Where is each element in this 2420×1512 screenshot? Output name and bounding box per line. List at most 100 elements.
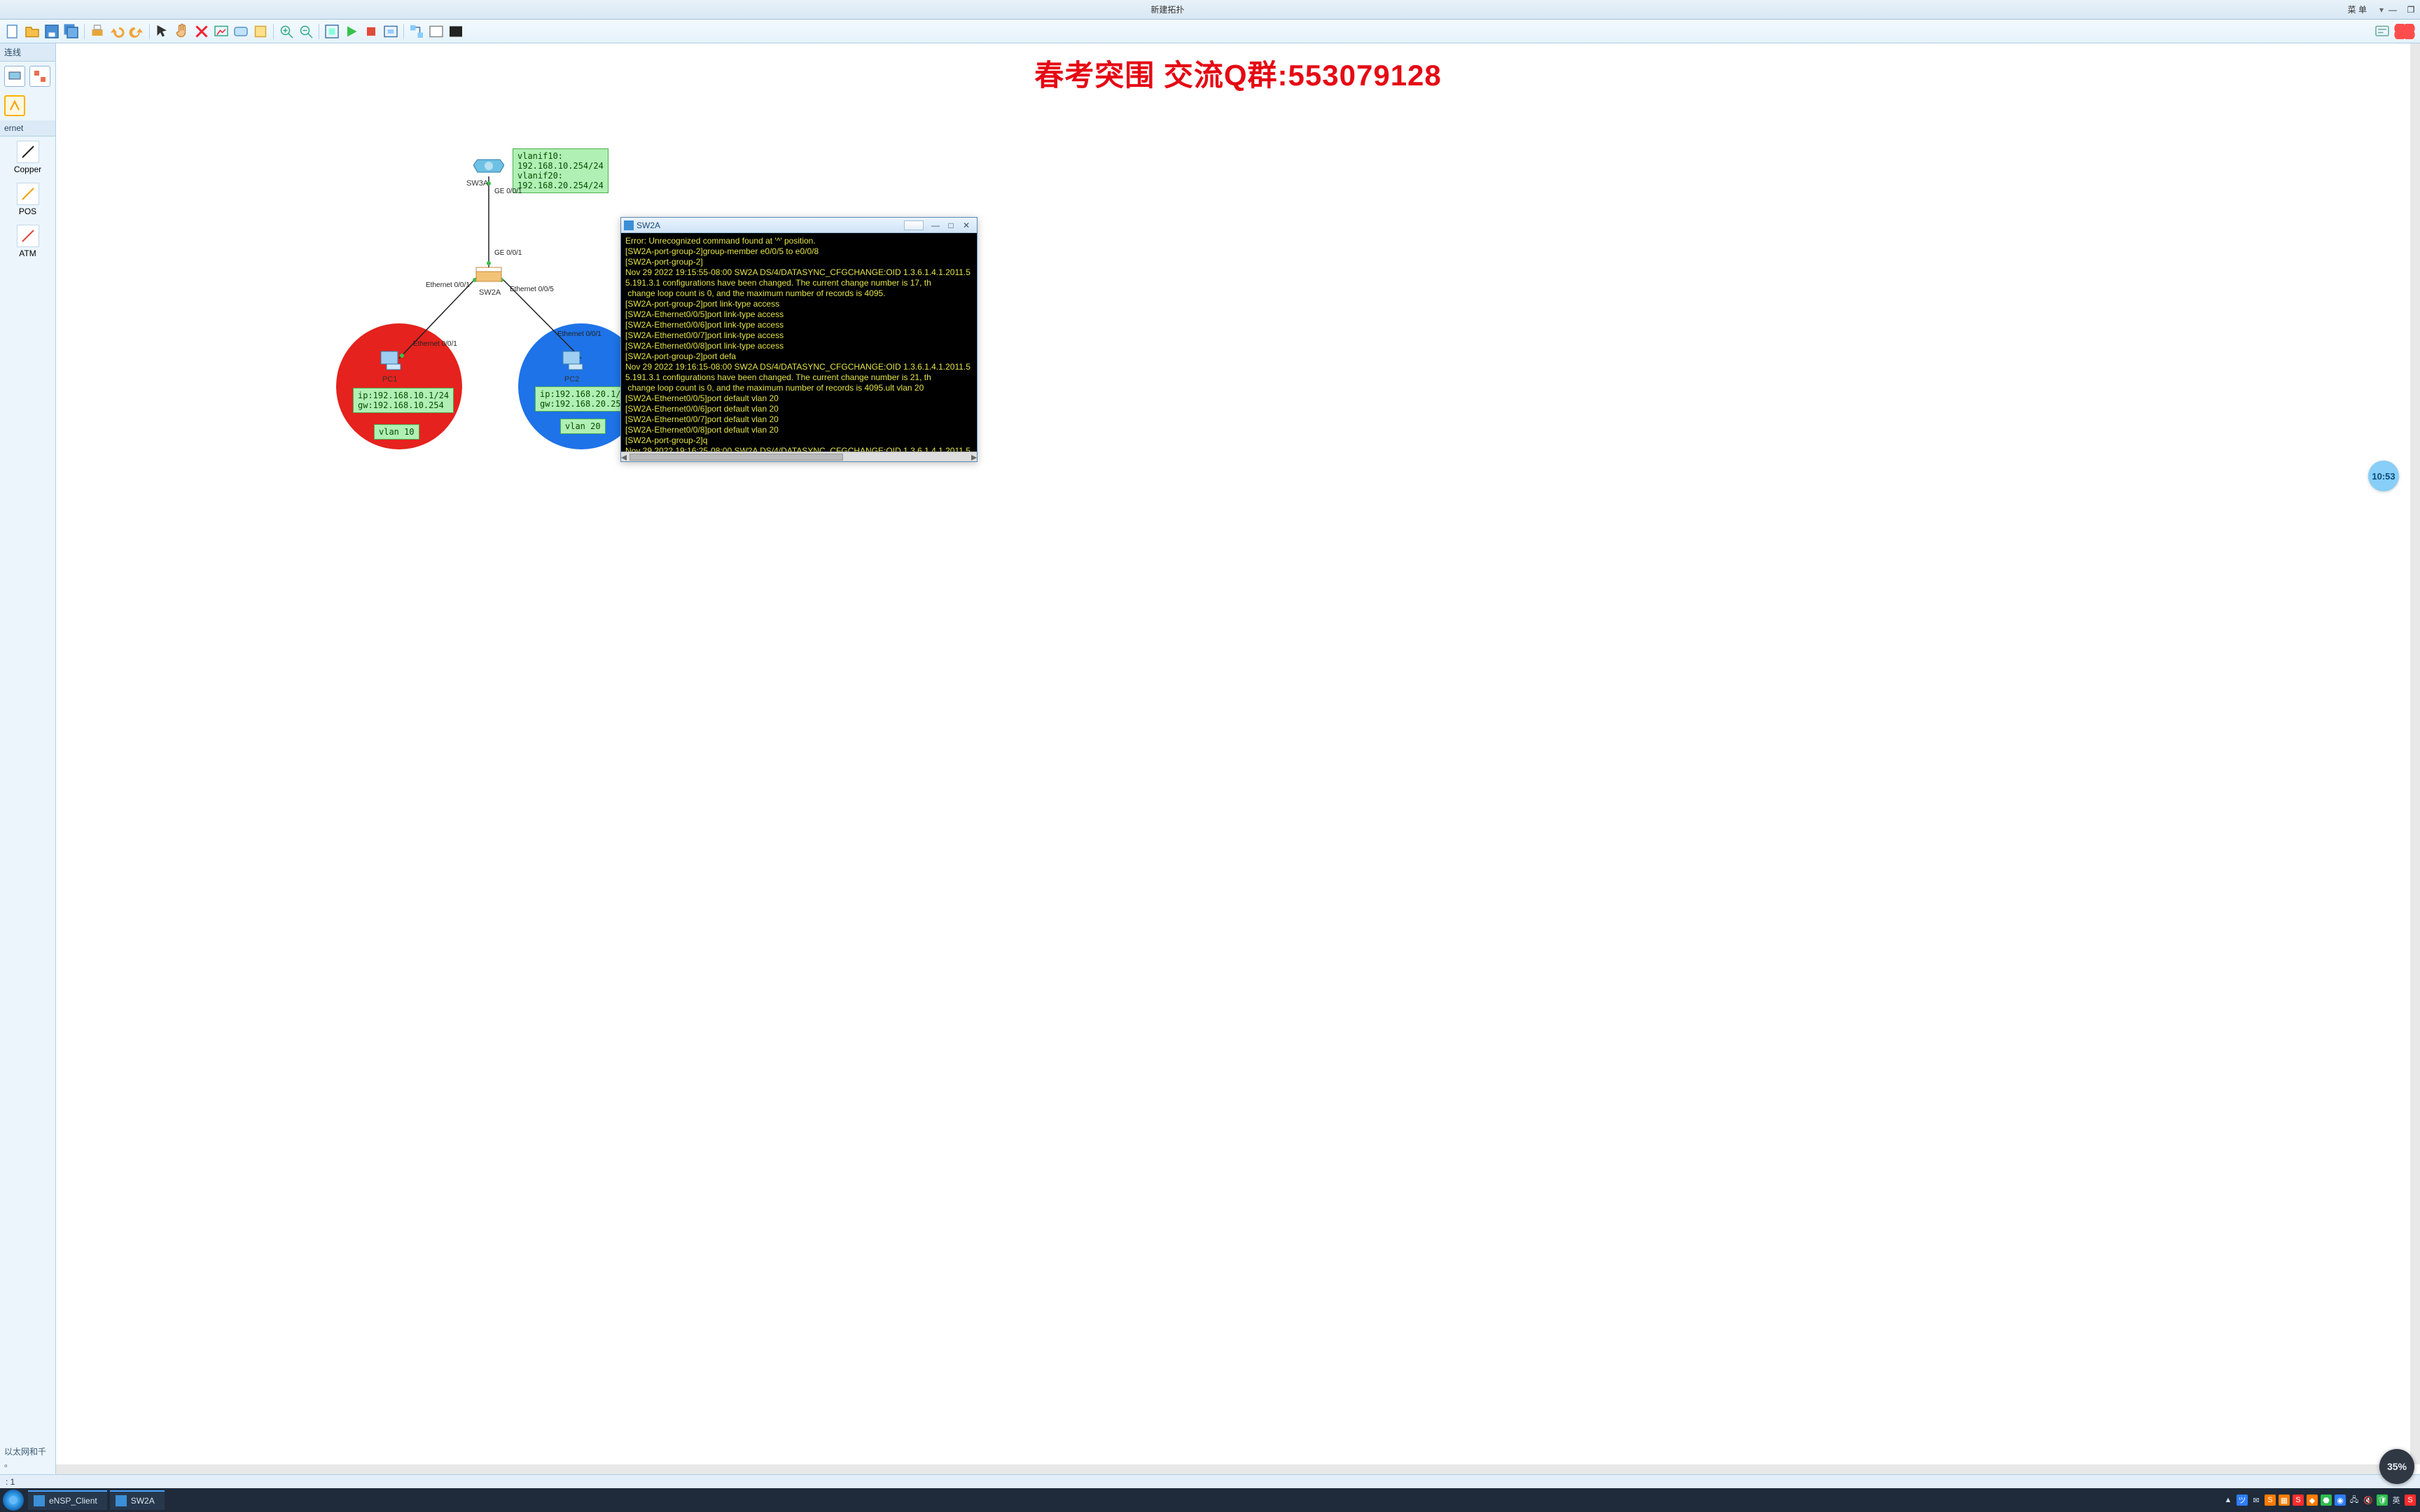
task-item-ensp[interactable]: eNSP_Client [28,1490,107,1510]
annot-pc1: ip:192.168.10.1/24 gw:192.168.10.254 [353,388,454,413]
tray-ime-icon[interactable]: 英 [2391,1494,2402,1506]
ensp-icon [34,1495,45,1506]
sidebar-item-label: Copper [14,164,41,174]
task-item-label: eNSP_Client [49,1496,97,1506]
note-icon[interactable] [252,23,269,40]
topology-canvas[interactable]: 春考突围 交流Q群:553079128 SW3A vlanif1 [56,43,2420,1474]
tray-network-icon[interactable]: 🖧 [2349,1494,2360,1506]
palette-device-2[interactable] [29,66,50,87]
status-text: : 1 [6,1477,15,1487]
saveall-icon[interactable] [63,23,80,40]
start-button[interactable] [3,1490,24,1511]
terminal-scrollbar-h[interactable]: ◂▸ [621,451,977,461]
huawei-logo-icon [2393,24,2416,39]
terminal-output[interactable]: Error: Unrecognized command found at '^'… [621,233,977,451]
annot-sw3a: vlanif10: 192.168.10.254/24 vlanif20: 19… [513,148,609,193]
sidebar-description: 以太网和千 。 [0,1442,55,1474]
dark-icon[interactable] [447,23,464,40]
capture-icon[interactable] [382,23,399,40]
annot-vlan10: vlan 10 [374,424,419,440]
device-sw2a[interactable] [473,263,504,287]
sidebar: 连线 ernet Copper POS ATM 以太网和千 。 [0,43,56,1474]
port-sw2a-up: GE 0/0/1 [494,249,522,257]
palette-auto-link[interactable] [4,95,25,116]
terminal-window[interactable]: SW2A — □ ✕ Error: Unrecognized command f… [620,217,978,462]
device-label-sw3a: SW3A [466,179,488,188]
statusbar: : 1 [0,1474,2420,1488]
delete-icon[interactable] [193,23,210,40]
device-pc2[interactable] [559,349,590,372]
sidebar-item-label: ATM [19,248,36,258]
terminal-titlebar[interactable]: SW2A — □ ✕ [621,218,977,233]
stop-icon[interactable] [363,23,380,40]
port-pc2: Ethernet 0/0/1 [557,330,601,338]
zoom-out-icon[interactable] [298,23,314,40]
menu-button[interactable]: 菜 单 [2335,4,2379,15]
terminal-title: SW2A [637,220,660,230]
terminal-minimize-button[interactable]: — [928,220,943,230]
sidebar-section-connections: 连线 [0,43,55,62]
terminal-maximize-button[interactable]: □ [943,220,959,230]
tray-volume-icon[interactable]: 🔇 [2363,1494,2374,1506]
port-sw2a-right: Ethernet 0/0/5 [510,286,554,293]
port-sw2a-left: Ethernet 0/0/1 [426,281,470,289]
text-icon[interactable] [232,23,249,40]
tray-icon-5[interactable]: ▦ [2279,1494,2290,1506]
fit-icon[interactable] [324,23,340,40]
redo-icon[interactable] [128,23,145,40]
canvas-scrollbar-h[interactable] [56,1464,2410,1474]
rect-annotate-icon[interactable] [213,23,230,40]
sidebar-item-pos[interactable]: POS [0,178,55,220]
save-icon[interactable] [43,23,60,40]
hand-icon[interactable] [174,23,190,40]
task-item-sw2a[interactable]: SW2A [110,1490,165,1510]
sidebar-item-label: POS [19,206,36,216]
zoom-in-icon[interactable] [278,23,295,40]
undo-icon[interactable] [109,23,125,40]
terminal-close-button[interactable]: ✕ [959,220,974,230]
tray-icon-2[interactable]: ツ [2237,1494,2248,1506]
port-pc1: Ethernet 0/0/1 [413,340,457,348]
tray-icon-8[interactable]: ⬣ [2321,1494,2332,1506]
sidebar-item-atm[interactable]: ATM [0,220,55,262]
port-sw3a-down: GE 0/0/1 [494,188,522,195]
maximize-button[interactable]: ❐ [2402,5,2420,15]
tray-icon-6[interactable]: S [2293,1494,2304,1506]
taskbar: eNSP_Client SW2A ▲ ツ ✉ S ▦ S ◆ ⬣ ◉ 🖧 🔇 🛡… [0,1488,2420,1512]
tray-shield-icon[interactable]: 🛡 [2377,1494,2388,1506]
tray-icon-1[interactable]: ▲ [2223,1494,2234,1506]
play-icon[interactable] [343,23,360,40]
tray-icon-4[interactable]: S [2265,1494,2276,1506]
annot-vlan20: vlan 20 [560,419,606,434]
percent-badge: 35% [2379,1449,2414,1484]
titlebar: 新建拓扑 菜 单 ▾ — ❐ [0,0,2420,20]
new-icon[interactable] [4,23,21,40]
print-icon[interactable] [89,23,106,40]
canvas-scrollbar-v[interactable] [2410,43,2420,1464]
terminal-task-icon [116,1495,127,1506]
device-label-pc1: PC1 [382,375,397,384]
tray-icon-9[interactable]: ◉ [2335,1494,2346,1506]
tray-icon-10[interactable]: S [2405,1494,2416,1506]
minimize-button[interactable]: — [2384,5,2402,15]
message-icon[interactable] [2374,23,2391,40]
device-sw3a[interactable] [473,154,504,178]
tray-icon-7[interactable]: ◆ [2307,1494,2318,1506]
terminal-app-icon [624,220,634,230]
sidebar-section-ethernet: ernet [0,120,55,136]
window-icon[interactable] [428,23,445,40]
device-pc1[interactable] [377,349,408,372]
terminal-options-icon[interactable] [904,220,924,230]
palette-device-1[interactable] [4,66,25,87]
time-badge: 10:53 [2368,461,2399,491]
tray-icon-3[interactable]: ✉ [2251,1494,2262,1506]
topology-links [56,43,2420,1474]
device-label-pc2: PC2 [564,375,579,384]
system-tray: ▲ ツ ✉ S ▦ S ◆ ⬣ ◉ 🖧 🔇 🛡 英 S [2218,1494,2420,1506]
sidebar-item-copper[interactable]: Copper [0,136,55,178]
open-icon[interactable] [24,23,41,40]
toolbar [0,20,2420,43]
device-label-sw2a: SW2A [479,288,501,297]
align-icon[interactable] [408,23,425,40]
pointer-icon[interactable] [154,23,171,40]
